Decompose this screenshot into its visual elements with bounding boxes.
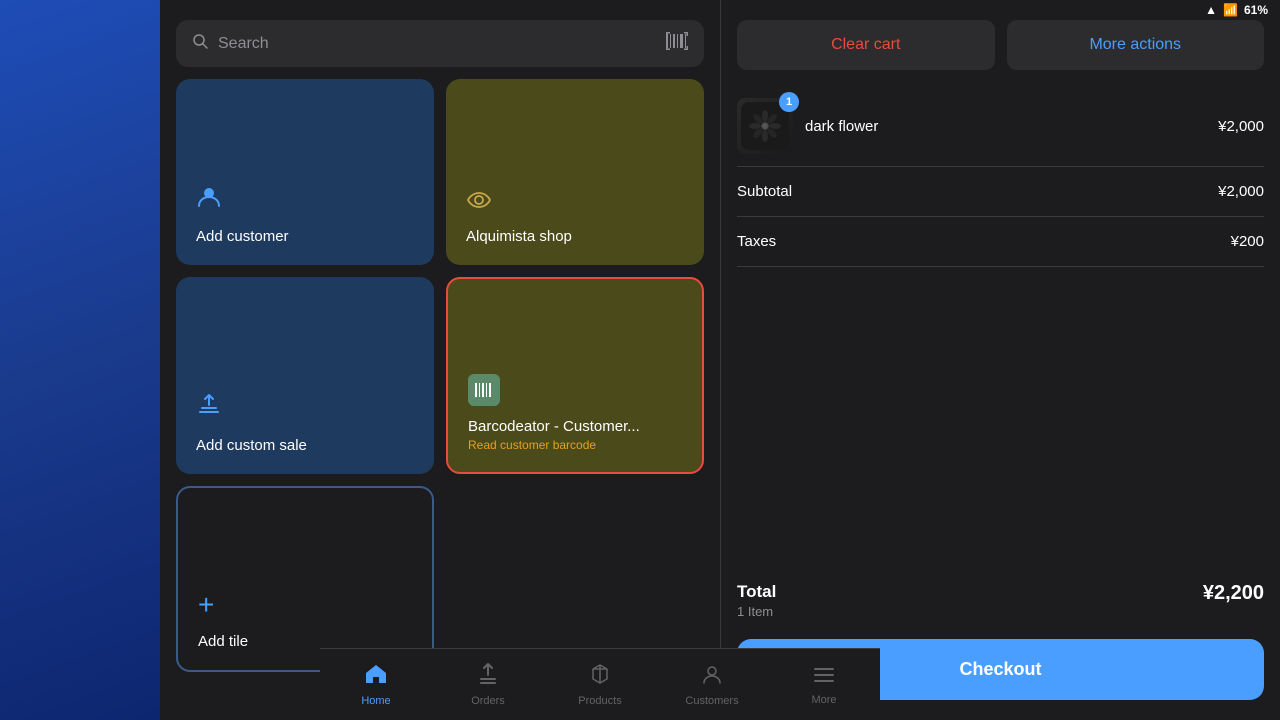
nav-home-label: Home xyxy=(361,695,390,707)
barcodeator-app-icon xyxy=(468,374,500,406)
subtotal-row: Subtotal ¥2,000 xyxy=(737,167,1264,217)
cart-item-quantity-badge: 1 xyxy=(779,92,799,112)
subtotal-label: Subtotal xyxy=(737,183,792,200)
tile-barcodeator[interactable]: Barcodeator - Customer... Read customer … xyxy=(446,277,704,475)
cart-item-price: ¥2,000 xyxy=(1218,118,1264,135)
barcodeator-sublabel: Read customer barcode xyxy=(468,438,682,452)
cart-item-name: dark flower xyxy=(805,118,1206,135)
total-value: ¥2,200 xyxy=(1203,582,1264,605)
nav-orders-label: Orders xyxy=(471,695,505,707)
wifi-icon: 📶 xyxy=(1223,3,1238,17)
add-custom-sale-icon xyxy=(196,393,414,425)
tile-add-custom-sale[interactable]: Add custom sale xyxy=(176,277,434,475)
total-row: Total 1 Item ¥2,200 xyxy=(737,582,1264,631)
search-placeholder: Search xyxy=(218,35,656,53)
add-tile-icon: + xyxy=(198,589,412,621)
nav-products[interactable]: Products xyxy=(544,663,656,707)
search-bar[interactable]: Search xyxy=(176,20,704,67)
battery-indicator: 61% xyxy=(1244,3,1268,17)
customers-icon xyxy=(701,663,723,691)
clear-cart-button[interactable]: Clear cart xyxy=(737,20,995,70)
nav-products-label: Products xyxy=(578,695,621,707)
cart-panel: Clear cart More actions xyxy=(720,0,1280,720)
taxes-value: ¥200 xyxy=(1231,233,1264,250)
alquimista-icon xyxy=(466,190,684,216)
subtotal-value: ¥2,000 xyxy=(1218,183,1264,200)
tile-alquimista-shop[interactable]: Alquimista shop xyxy=(446,79,704,265)
home-icon xyxy=(364,663,388,691)
nav-customers-label: Customers xyxy=(685,695,738,707)
status-bar: ▲ 📶 61% xyxy=(1120,0,1280,20)
nav-orders[interactable]: Orders xyxy=(432,663,544,707)
orders-icon xyxy=(477,663,499,691)
taxes-label: Taxes xyxy=(737,233,776,250)
signal-icon: ▲ xyxy=(1205,3,1217,17)
nav-more[interactable]: More xyxy=(768,664,880,706)
bottom-nav: Home Orders Products xyxy=(320,648,880,720)
total-label: Total xyxy=(737,582,776,602)
alquimista-label: Alquimista shop xyxy=(466,228,684,245)
more-icon xyxy=(813,664,835,690)
barcode-scan-icon[interactable] xyxy=(666,32,688,55)
sidebar xyxy=(0,0,160,720)
cart-item-image-wrap: 1 xyxy=(737,98,793,154)
taxes-row: Taxes ¥200 xyxy=(737,217,1264,267)
nav-home[interactable]: Home xyxy=(320,663,432,707)
tile-add-new[interactable]: + Add tile xyxy=(176,486,434,672)
add-customer-label: Add customer xyxy=(196,228,414,245)
cart-items: 1 dark flower ¥2,000 xyxy=(721,86,1280,167)
total-sublabel: 1 Item xyxy=(737,604,776,619)
cart-item: 1 dark flower ¥2,000 xyxy=(737,86,1264,167)
barcodeator-label: Barcodeator - Customer... xyxy=(468,418,682,435)
cart-summary: Subtotal ¥2,000 Taxes ¥200 xyxy=(721,167,1280,566)
tiles-grid: Add customer Alquimista shop Add cust xyxy=(160,79,720,672)
nav-more-label: More xyxy=(811,694,836,706)
add-customer-icon xyxy=(196,184,414,216)
main-content: Search xyxy=(160,0,720,720)
nav-customers[interactable]: Customers xyxy=(656,663,768,707)
add-custom-sale-label: Add custom sale xyxy=(196,437,414,454)
more-actions-button[interactable]: More actions xyxy=(1007,20,1265,70)
tile-add-customer[interactable]: Add customer xyxy=(176,79,434,265)
search-icon xyxy=(192,33,208,54)
total-label-wrap: Total 1 Item xyxy=(737,582,776,619)
cart-total: Total 1 Item ¥2,200 xyxy=(721,566,1280,631)
products-icon xyxy=(589,663,611,691)
